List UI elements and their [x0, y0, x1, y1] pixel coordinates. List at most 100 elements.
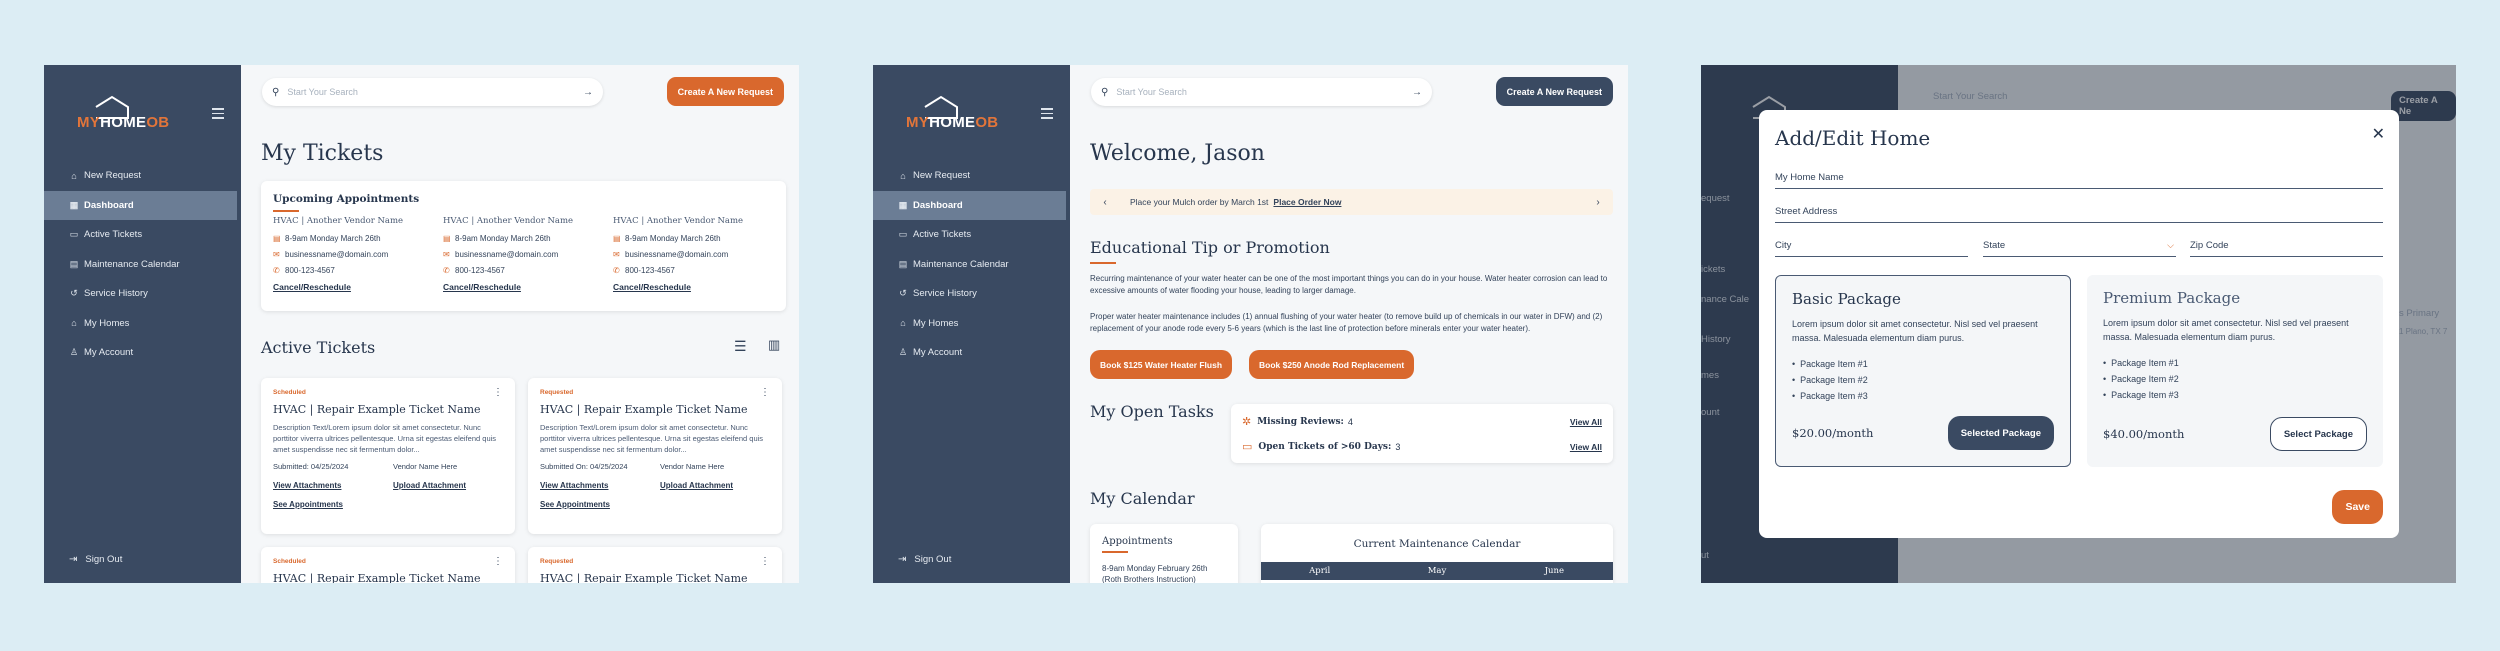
upload-attachment-link[interactable]: Upload Attachment — [660, 481, 733, 490]
brand-home: HOME — [929, 114, 976, 131]
arrow-right-icon[interactable]: → — [1412, 87, 1422, 98]
sidebar-item-my-homes[interactable]: ⌂ My Homes — [44, 309, 241, 339]
create-request-button[interactable]: Create A New Request — [666, 77, 784, 106]
ticket-vendor: Vendor Name Here — [660, 462, 725, 471]
sign-out-link[interactable]: ⇥ Sign Out — [69, 554, 122, 565]
brand-home: HOME — [100, 114, 147, 131]
see-appointments-link[interactable]: See Appointments — [273, 500, 503, 509]
save-button[interactable]: Save — [2332, 490, 2383, 524]
upload-attachment-link[interactable]: Upload Attachment — [393, 481, 466, 490]
ticket-card[interactable]: Scheduled ⋮ HVAC | Repair Example Ticket… — [261, 378, 515, 534]
chevron-left-icon[interactable]: ‹ — [1090, 197, 1120, 208]
sidebar-item-my-account[interactable]: ♙ My Account — [44, 338, 241, 368]
appointment-vendor: HVAC | Another Vendor Name — [443, 216, 574, 226]
home-name-field[interactable]: My Home Name — [1775, 172, 2383, 189]
close-icon[interactable]: ✕ — [2372, 124, 2385, 144]
sidebar-item-service-history[interactable]: ↺ Service History — [44, 279, 241, 309]
ticket-status: Scheduled — [273, 558, 306, 565]
add-edit-home-modal: Add/Edit Home ✕ My Home Name Street Addr… — [1759, 110, 2399, 538]
cancel-reschedule-link[interactable]: Cancel/Reschedule — [273, 282, 433, 292]
open-tasks-title: My Open Tasks — [1090, 402, 1214, 421]
house-icon: ⌂ — [71, 318, 77, 329]
state-select[interactable]: State ⌵ — [1983, 240, 2176, 257]
sidebar-item-maintenance-calendar[interactable]: ▤ Maintenance Calendar — [873, 250, 1070, 280]
appointment-vendor: HVAC | Another Vendor Name — [273, 216, 404, 226]
month-label: April — [1309, 566, 1331, 576]
place-order-link[interactable]: Place Order Now — [1273, 197, 1341, 207]
sidebar-item-dashboard[interactable]: ▦ Dashboard — [44, 190, 237, 220]
more-options-icon[interactable]: ⋮ — [760, 556, 770, 567]
sidebar-item-active-tickets[interactable]: ▭ Active Tickets — [873, 220, 1070, 250]
basic-package-card[interactable]: Basic Package Lorem ipsum dolor sit amet… — [1775, 275, 2071, 467]
view-all-link[interactable]: View All — [1570, 442, 1602, 452]
see-appointments-link[interactable]: See Appointments — [540, 500, 770, 509]
calendar-card-title: Current Maintenance Calendar — [1353, 538, 1521, 550]
city-field[interactable]: City — [1775, 240, 1968, 257]
package-item: Package Item #2 — [2103, 374, 2367, 384]
view-attachments-link[interactable]: View Attachments — [273, 481, 393, 490]
ticket-icon: ▭ — [898, 229, 908, 240]
more-options-icon[interactable]: ⋮ — [760, 387, 770, 398]
cancel-reschedule-link[interactable]: Cancel/Reschedule — [613, 282, 773, 292]
sidebar-item-label: My Account — [913, 347, 963, 359]
book-flush-button[interactable]: Book $125 Water Heater Flush — [1090, 350, 1233, 379]
sidebar-item-service-history[interactable]: ↺ Service History — [873, 279, 1070, 309]
sidebar-item-label: New Request — [84, 170, 142, 182]
title-underline — [1090, 262, 1116, 264]
view-all-link[interactable]: View All — [1570, 417, 1602, 427]
package-item: Package Item #3 — [1792, 391, 2054, 401]
sidebar-item-maintenance-calendar[interactable]: ▤ Maintenance Calendar — [44, 250, 241, 280]
grid-icon: ▦ — [69, 199, 79, 210]
ticket-card[interactable]: Requested ⋮ HVAC | Repair Example Ticket… — [528, 547, 782, 583]
menu-icon[interactable] — [1041, 108, 1053, 122]
ticket-card[interactable]: Scheduled ⋮ HVAC | Repair Example Ticket… — [261, 547, 515, 583]
sidebar-item-new-request[interactable]: ⌂ New Request — [873, 161, 1070, 191]
sidebar-item-my-account[interactable]: ♙ My Account — [873, 338, 1070, 368]
sidebar-item-new-request[interactable]: ⌂ New Request — [44, 161, 241, 191]
board-view-icon[interactable]: ▥ — [768, 337, 780, 353]
ticket-card[interactable]: Requested ⋮ HVAC | Repair Example Ticket… — [528, 378, 782, 534]
sidebar-item-dashboard[interactable]: ▦ Dashboard — [873, 190, 1066, 220]
sign-out-link[interactable]: ⇥ Sign Out — [898, 554, 951, 565]
list-view-icon[interactable]: ☰ — [734, 338, 747, 355]
ticket-description: Description Text/Lorem ipsum dolor sit a… — [273, 423, 497, 454]
sidebar-item-active-tickets[interactable]: ▭ Active Tickets — [44, 220, 241, 250]
tip-paragraph: Recurring maintenance of your water heat… — [1090, 274, 1608, 295]
zip-code-field[interactable]: Zip Code — [2190, 240, 2383, 257]
package-price: $20.00/month — [1792, 426, 1874, 440]
select-package-button[interactable]: Select Package — [2269, 417, 2367, 451]
task-value: 3 — [1395, 441, 1401, 452]
screen-dashboard: MYHOMEOB ⌂ New Request ▦ Dashboard ▭ Active… — [873, 65, 1628, 583]
calendar-title: My Calendar — [1090, 489, 1195, 508]
chevron-right-icon[interactable]: › — [1583, 197, 1613, 208]
arrow-right-icon[interactable]: → — [583, 87, 593, 98]
search-input[interactable]: ⚲ Start Your Search → — [262, 78, 603, 106]
sidebar-item-my-homes[interactable]: ⌂ My Homes — [873, 309, 1070, 339]
book-anode-button[interactable]: Book $250 Anode Rod Replacement — [1249, 350, 1415, 379]
appointment-phone: 800-123-4567 — [455, 266, 505, 275]
ticket-status: Scheduled — [273, 389, 306, 396]
search-input[interactable]: ⚲ Start Your Search → — [1091, 78, 1432, 106]
upcoming-appointments-card: Upcoming Appointments HVAC | Another Ven… — [261, 181, 786, 311]
cancel-reschedule-link[interactable]: Cancel/Reschedule — [443, 282, 603, 292]
logo: MYHOMEOB — [905, 95, 998, 135]
create-request-button[interactable]: Create A New Request — [1495, 77, 1613, 106]
task-row: ✲ Missing Reviews: 4 View All — [1242, 415, 1602, 428]
phone-icon: ✆ — [273, 266, 280, 275]
sidebar-item-label: Service History — [84, 288, 148, 300]
premium-package-card[interactable]: Premium Package Lorem ipsum dolor sit am… — [2087, 275, 2383, 467]
calendar-icon: ▤ — [69, 258, 79, 269]
selected-package-button[interactable]: Selected Package — [1947, 416, 2054, 450]
street-address-field[interactable]: Street Address — [1775, 206, 2383, 223]
brand-prefix: MY — [906, 114, 930, 131]
ticket-name: HVAC | Repair Example Ticket Name — [273, 403, 481, 416]
sidebar-item-label: My Account — [84, 347, 134, 359]
more-options-icon[interactable]: ⋮ — [493, 387, 503, 398]
home-plus-icon: ⌂ — [900, 170, 906, 181]
ticket-submitted: Submitted On: 04/25/2024 — [540, 462, 628, 471]
sidebar-nav: ⌂ New Request ▦ Dashboard ▭ Active Tickets … — [44, 161, 241, 368]
menu-icon[interactable] — [212, 108, 224, 122]
more-options-icon[interactable]: ⋮ — [493, 556, 503, 567]
sidebar-item-label: Dashboard — [84, 199, 134, 211]
view-attachments-link[interactable]: View Attachments — [540, 481, 660, 490]
